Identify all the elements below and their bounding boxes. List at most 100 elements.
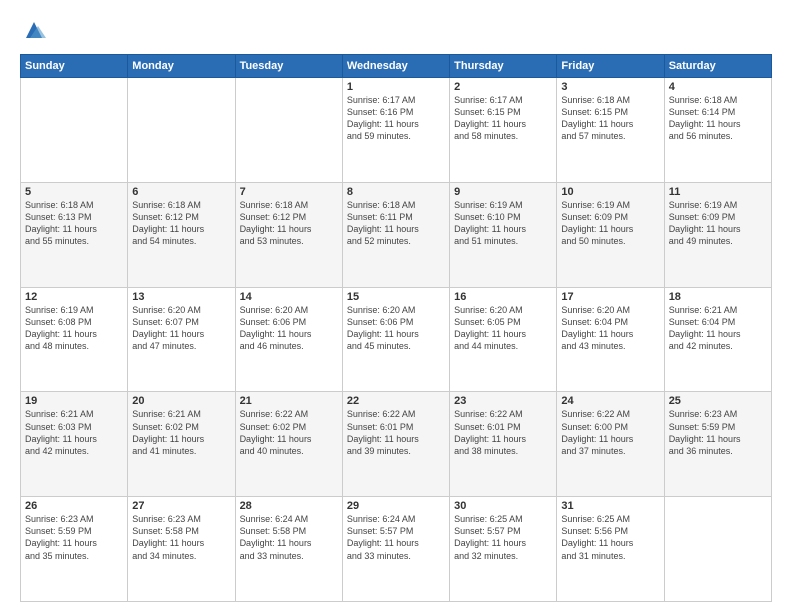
- day-cell: 31Sunrise: 6:25 AM Sunset: 5:56 PM Dayli…: [557, 497, 664, 602]
- day-cell: 8Sunrise: 6:18 AM Sunset: 6:11 PM Daylig…: [342, 182, 449, 287]
- day-number: 21: [240, 395, 338, 407]
- day-cell: 14Sunrise: 6:20 AM Sunset: 6:06 PM Dayli…: [235, 287, 342, 392]
- day-number: 16: [454, 291, 552, 303]
- day-cell: 16Sunrise: 6:20 AM Sunset: 6:05 PM Dayli…: [450, 287, 557, 392]
- day-cell: 23Sunrise: 6:22 AM Sunset: 6:01 PM Dayli…: [450, 392, 557, 497]
- day-cell: 27Sunrise: 6:23 AM Sunset: 5:58 PM Dayli…: [128, 497, 235, 602]
- day-info: Sunrise: 6:17 AM Sunset: 6:16 PM Dayligh…: [347, 94, 445, 143]
- day-number: 9: [454, 186, 552, 198]
- day-cell: 1Sunrise: 6:17 AM Sunset: 6:16 PM Daylig…: [342, 78, 449, 183]
- day-cell: 24Sunrise: 6:22 AM Sunset: 6:00 PM Dayli…: [557, 392, 664, 497]
- day-cell: 9Sunrise: 6:19 AM Sunset: 6:10 PM Daylig…: [450, 182, 557, 287]
- day-number: 25: [669, 395, 767, 407]
- day-info: Sunrise: 6:18 AM Sunset: 6:15 PM Dayligh…: [561, 94, 659, 143]
- week-row-3: 12Sunrise: 6:19 AM Sunset: 6:08 PM Dayli…: [21, 287, 772, 392]
- day-number: 10: [561, 186, 659, 198]
- day-cell: 7Sunrise: 6:18 AM Sunset: 6:12 PM Daylig…: [235, 182, 342, 287]
- day-info: Sunrise: 6:23 AM Sunset: 5:59 PM Dayligh…: [669, 408, 767, 457]
- day-cell: 6Sunrise: 6:18 AM Sunset: 6:12 PM Daylig…: [128, 182, 235, 287]
- day-info: Sunrise: 6:22 AM Sunset: 6:01 PM Dayligh…: [454, 408, 552, 457]
- day-number: 8: [347, 186, 445, 198]
- week-row-5: 26Sunrise: 6:23 AM Sunset: 5:59 PM Dayli…: [21, 497, 772, 602]
- day-number: 17: [561, 291, 659, 303]
- day-info: Sunrise: 6:17 AM Sunset: 6:15 PM Dayligh…: [454, 94, 552, 143]
- day-number: 11: [669, 186, 767, 198]
- day-info: Sunrise: 6:19 AM Sunset: 6:10 PM Dayligh…: [454, 199, 552, 248]
- week-row-4: 19Sunrise: 6:21 AM Sunset: 6:03 PM Dayli…: [21, 392, 772, 497]
- day-info: Sunrise: 6:18 AM Sunset: 6:11 PM Dayligh…: [347, 199, 445, 248]
- day-cell: 17Sunrise: 6:20 AM Sunset: 6:04 PM Dayli…: [557, 287, 664, 392]
- day-info: Sunrise: 6:23 AM Sunset: 5:59 PM Dayligh…: [25, 513, 123, 562]
- day-info: Sunrise: 6:21 AM Sunset: 6:02 PM Dayligh…: [132, 408, 230, 457]
- day-info: Sunrise: 6:18 AM Sunset: 6:12 PM Dayligh…: [132, 199, 230, 248]
- day-info: Sunrise: 6:19 AM Sunset: 6:09 PM Dayligh…: [669, 199, 767, 248]
- day-info: Sunrise: 6:19 AM Sunset: 6:08 PM Dayligh…: [25, 304, 123, 353]
- day-number: 6: [132, 186, 230, 198]
- day-info: Sunrise: 6:20 AM Sunset: 6:06 PM Dayligh…: [240, 304, 338, 353]
- weekday-header-wednesday: Wednesday: [342, 55, 449, 78]
- day-cell: 11Sunrise: 6:19 AM Sunset: 6:09 PM Dayli…: [664, 182, 771, 287]
- day-cell: 4Sunrise: 6:18 AM Sunset: 6:14 PM Daylig…: [664, 78, 771, 183]
- weekday-header-sunday: Sunday: [21, 55, 128, 78]
- day-number: 26: [25, 500, 123, 512]
- week-row-1: 1Sunrise: 6:17 AM Sunset: 6:16 PM Daylig…: [21, 78, 772, 183]
- weekday-header-row: SundayMondayTuesdayWednesdayThursdayFrid…: [21, 55, 772, 78]
- page: SundayMondayTuesdayWednesdayThursdayFrid…: [0, 0, 792, 612]
- day-cell: 3Sunrise: 6:18 AM Sunset: 6:15 PM Daylig…: [557, 78, 664, 183]
- day-number: 23: [454, 395, 552, 407]
- day-cell: 29Sunrise: 6:24 AM Sunset: 5:57 PM Dayli…: [342, 497, 449, 602]
- day-number: 27: [132, 500, 230, 512]
- day-cell: [128, 78, 235, 183]
- day-info: Sunrise: 6:22 AM Sunset: 6:00 PM Dayligh…: [561, 408, 659, 457]
- day-cell: 20Sunrise: 6:21 AM Sunset: 6:02 PM Dayli…: [128, 392, 235, 497]
- day-cell: 30Sunrise: 6:25 AM Sunset: 5:57 PM Dayli…: [450, 497, 557, 602]
- day-cell: 19Sunrise: 6:21 AM Sunset: 6:03 PM Dayli…: [21, 392, 128, 497]
- day-cell: 21Sunrise: 6:22 AM Sunset: 6:02 PM Dayli…: [235, 392, 342, 497]
- day-info: Sunrise: 6:25 AM Sunset: 5:57 PM Dayligh…: [454, 513, 552, 562]
- day-cell: 10Sunrise: 6:19 AM Sunset: 6:09 PM Dayli…: [557, 182, 664, 287]
- day-info: Sunrise: 6:18 AM Sunset: 6:13 PM Dayligh…: [25, 199, 123, 248]
- day-info: Sunrise: 6:22 AM Sunset: 6:01 PM Dayligh…: [347, 408, 445, 457]
- day-cell: 25Sunrise: 6:23 AM Sunset: 5:59 PM Dayli…: [664, 392, 771, 497]
- day-number: 29: [347, 500, 445, 512]
- day-cell: 5Sunrise: 6:18 AM Sunset: 6:13 PM Daylig…: [21, 182, 128, 287]
- day-info: Sunrise: 6:21 AM Sunset: 6:04 PM Dayligh…: [669, 304, 767, 353]
- day-number: 5: [25, 186, 123, 198]
- day-number: 1: [347, 81, 445, 93]
- day-number: 28: [240, 500, 338, 512]
- day-info: Sunrise: 6:20 AM Sunset: 6:07 PM Dayligh…: [132, 304, 230, 353]
- day-number: 18: [669, 291, 767, 303]
- day-info: Sunrise: 6:23 AM Sunset: 5:58 PM Dayligh…: [132, 513, 230, 562]
- day-info: Sunrise: 6:22 AM Sunset: 6:02 PM Dayligh…: [240, 408, 338, 457]
- weekday-header-thursday: Thursday: [450, 55, 557, 78]
- day-number: 14: [240, 291, 338, 303]
- day-info: Sunrise: 6:18 AM Sunset: 6:12 PM Dayligh…: [240, 199, 338, 248]
- week-row-2: 5Sunrise: 6:18 AM Sunset: 6:13 PM Daylig…: [21, 182, 772, 287]
- day-cell: 2Sunrise: 6:17 AM Sunset: 6:15 PM Daylig…: [450, 78, 557, 183]
- weekday-header-tuesday: Tuesday: [235, 55, 342, 78]
- day-info: Sunrise: 6:20 AM Sunset: 6:04 PM Dayligh…: [561, 304, 659, 353]
- day-cell: [664, 497, 771, 602]
- day-info: Sunrise: 6:21 AM Sunset: 6:03 PM Dayligh…: [25, 408, 123, 457]
- day-info: Sunrise: 6:20 AM Sunset: 6:05 PM Dayligh…: [454, 304, 552, 353]
- day-number: 2: [454, 81, 552, 93]
- day-number: 4: [669, 81, 767, 93]
- day-info: Sunrise: 6:25 AM Sunset: 5:56 PM Dayligh…: [561, 513, 659, 562]
- logo: [20, 18, 52, 46]
- day-number: 22: [347, 395, 445, 407]
- day-cell: 28Sunrise: 6:24 AM Sunset: 5:58 PM Dayli…: [235, 497, 342, 602]
- calendar-table: SundayMondayTuesdayWednesdayThursdayFrid…: [20, 54, 772, 602]
- day-number: 7: [240, 186, 338, 198]
- day-number: 3: [561, 81, 659, 93]
- day-cell: 22Sunrise: 6:22 AM Sunset: 6:01 PM Dayli…: [342, 392, 449, 497]
- weekday-header-monday: Monday: [128, 55, 235, 78]
- day-cell: 15Sunrise: 6:20 AM Sunset: 6:06 PM Dayli…: [342, 287, 449, 392]
- day-info: Sunrise: 6:18 AM Sunset: 6:14 PM Dayligh…: [669, 94, 767, 143]
- day-number: 31: [561, 500, 659, 512]
- weekday-header-friday: Friday: [557, 55, 664, 78]
- day-number: 24: [561, 395, 659, 407]
- day-info: Sunrise: 6:24 AM Sunset: 5:58 PM Dayligh…: [240, 513, 338, 562]
- day-number: 13: [132, 291, 230, 303]
- day-info: Sunrise: 6:20 AM Sunset: 6:06 PM Dayligh…: [347, 304, 445, 353]
- day-cell: 18Sunrise: 6:21 AM Sunset: 6:04 PM Dayli…: [664, 287, 771, 392]
